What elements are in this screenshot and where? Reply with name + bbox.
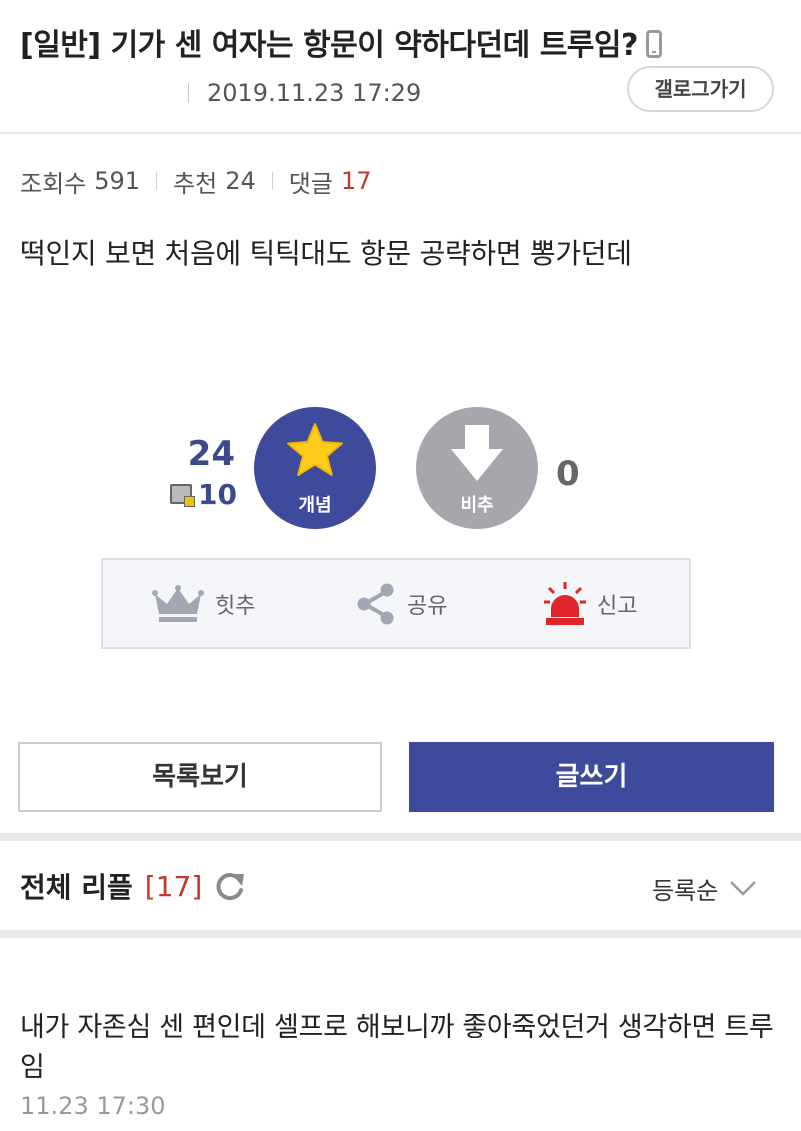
report-label: 신고 [597, 593, 638, 619]
gallog-button[interactable]: 갤로그가기 [627, 66, 774, 112]
comments-count: 17 [340, 167, 372, 195]
section-divider [0, 930, 801, 938]
sort-dropdown[interactable]: 등록순 [652, 870, 758, 906]
crown-icon [152, 584, 204, 622]
recommend-button-label: 개념 [298, 495, 332, 516]
writer-name[interactable] [20, 83, 188, 103]
thumb-down-arrow-icon [451, 425, 503, 481]
comment-date: 11.23 17:30 [20, 1092, 166, 1120]
sort-label: 등록순 [652, 876, 719, 905]
hit-recommend-action[interactable]: 힛추 [151, 560, 255, 647]
recommend-total: 24 [187, 434, 235, 474]
post-title: [일반] 기가 센 여자는 항문이 약하다던데 트루임? [20, 20, 662, 64]
post-header: [일반] 기가 센 여자는 항문이 약하다던데 트루임? 2019.11.23 … [0, 0, 801, 134]
nonrecommend-total: 0 [556, 454, 580, 494]
post-stats: 조회수 591 추천 24 댓글 17 [20, 166, 372, 198]
refresh-icon[interactable] [214, 870, 246, 902]
report-action[interactable]: 신고 [543, 560, 637, 647]
nonrecommend-button-label: 비추 [460, 495, 494, 516]
recommend-count: 24 [225, 167, 256, 195]
recommend-button[interactable]: 개념 [254, 407, 376, 529]
list-view-button[interactable]: 목록보기 [18, 742, 382, 812]
views-label: 조회수 [20, 169, 87, 198]
chevron-down-icon [730, 881, 757, 896]
hit-recommend-label: 힛추 [215, 593, 256, 619]
phone-icon [645, 30, 662, 58]
meta-divider [188, 83, 189, 103]
recommend-label: 추천 [173, 169, 218, 198]
reply-title: 전체 리플 [20, 871, 133, 904]
post-date: 2019.11.23 17:29 [207, 79, 422, 107]
post-title-text: [일반] 기가 센 여자는 항문이 약하다던데 트루임? [20, 28, 638, 63]
post-body: 떡인지 보면 처음에 틱틱대도 항문 공략하면 뽕가던데 [20, 237, 632, 270]
fix-recommend: 10 [165, 477, 237, 511]
comment-text: 내가 자존심 센 편인데 셀프로 해보니까 좋아죽었던거 생각하면 트루임 [20, 1012, 774, 1083]
siren-icon [544, 581, 586, 625]
star-icon [287, 423, 343, 476]
write-post-button[interactable]: 글쓰기 [409, 742, 774, 812]
views-count: 591 [94, 167, 141, 195]
share-icon [357, 583, 394, 624]
share-label: 공유 [407, 593, 448, 619]
reply-header: 전체 리플 [17] [20, 866, 246, 906]
comments-label: 댓글 [288, 169, 333, 198]
reply-count: [17] [144, 869, 203, 903]
section-divider [0, 833, 801, 841]
post-actions: 힛추 공유 신고 [101, 558, 691, 649]
fix-count: 10 [198, 477, 237, 511]
fix-icon [170, 484, 196, 507]
stats-divider [156, 172, 158, 190]
stats-divider [271, 172, 273, 190]
share-action[interactable]: 공유 [355, 560, 447, 647]
post-meta: 2019.11.23 17:29 [20, 78, 421, 108]
nonrecommend-button[interactable]: 비추 [416, 407, 538, 529]
